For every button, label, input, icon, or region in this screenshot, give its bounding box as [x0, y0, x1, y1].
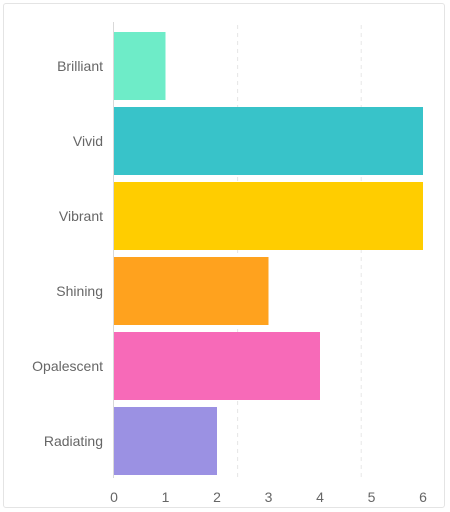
bar-vivid	[114, 107, 423, 175]
category-label-radiating: Radiating	[44, 433, 103, 449]
category-label-vibrant: Vibrant	[59, 208, 103, 224]
bar-radiating	[114, 407, 217, 475]
category-label-vivid: Vivid	[73, 133, 103, 149]
x-tick-label-3: 3	[265, 489, 273, 505]
bar-shining	[114, 257, 269, 325]
bar-layer	[114, 32, 423, 475]
bar-vibrant	[114, 182, 423, 250]
category-label-brilliant: Brilliant	[57, 58, 103, 74]
grid-layer	[237, 25, 362, 478]
bar-chart: Brilliant Vivid Vibrant Shining Opalescent Ra…	[32, 22, 427, 505]
x-tick-label-2: 2	[213, 489, 221, 505]
x-tick-label-1: 1	[162, 489, 170, 505]
category-label-shining: Shining	[56, 283, 103, 299]
bar-opalescent	[114, 332, 320, 400]
x-tick-label-6: 6	[419, 489, 427, 505]
x-tick-label-5: 5	[368, 489, 376, 505]
category-label-opalescent: Opalescent	[32, 358, 103, 374]
x-tick-label-0: 0	[110, 489, 118, 505]
x-tick-label-4: 4	[316, 489, 324, 505]
bar-brilliant	[114, 32, 166, 100]
